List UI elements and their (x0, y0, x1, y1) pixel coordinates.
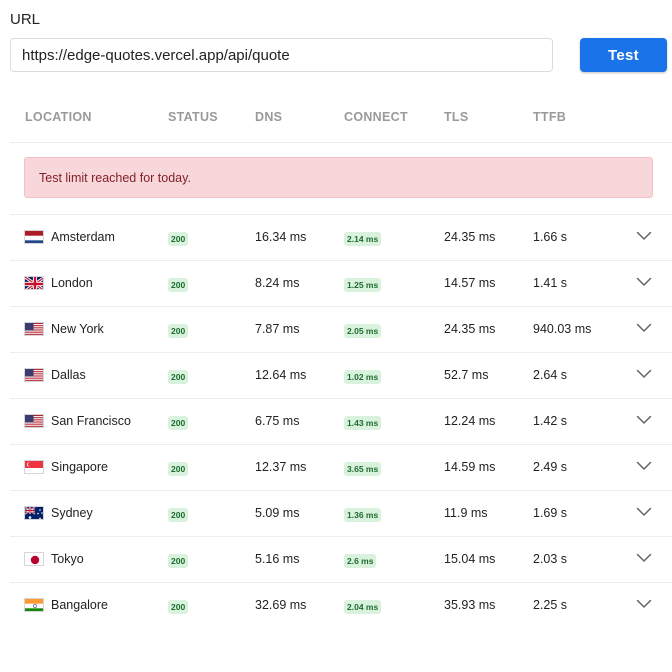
ttfb-cell: 2.03 s (533, 552, 568, 566)
status-badge: 200 (168, 232, 189, 246)
ttfb-cell: 2.49 s (533, 460, 568, 474)
us-flag-icon (24, 368, 44, 382)
status-badge: 200 (168, 416, 189, 430)
connect-badge: 2.14 ms (344, 232, 382, 246)
uk-flag-icon (24, 276, 44, 290)
chevron-down-icon[interactable] (636, 599, 652, 609)
column-header-location: LOCATION (25, 110, 92, 124)
chevron-down-icon[interactable] (636, 323, 652, 333)
chevron-down-icon[interactable] (636, 553, 652, 563)
table-row[interactable]: New York 200 7.87 ms 2.05 ms 24.35 ms 940.03 … (10, 307, 672, 353)
column-header-connect: CONNECT (344, 110, 408, 124)
table-header: LOCATION STATUS DNS CONNECT TLS TTFB (10, 97, 672, 143)
chevron-down-icon[interactable] (636, 231, 652, 241)
ttfb-cell: 1.42 s (533, 414, 568, 428)
location-cell: Sydney (51, 506, 93, 520)
table-row[interactable]: San Francisco 200 6.75 ms 1.43 ms 12.24 ms 1.… (10, 399, 672, 445)
results-table-body: Amsterdam 200 16.34 ms 2.14 ms 24.35 ms 1.66 … (10, 215, 672, 629)
tls-cell: 24.35 ms (444, 230, 496, 244)
location-cell: San Francisco (51, 414, 131, 428)
tls-cell: 11.9 ms (444, 506, 488, 520)
location-cell: Tokyo (51, 552, 84, 566)
ttfb-cell: 1.66 s (533, 230, 568, 244)
netherlands-flag-icon (24, 230, 44, 244)
location-cell: New York (51, 322, 104, 336)
column-header-status: STATUS (168, 110, 218, 124)
ttfb-cell: 1.41 s (533, 276, 568, 290)
connect-badge: 2.6 ms (344, 554, 377, 568)
us-flag-icon (24, 322, 44, 336)
test-button[interactable]: Test (580, 38, 667, 72)
status-badge: 200 (168, 370, 189, 384)
status-badge: 200 (168, 554, 189, 568)
connect-badge: 1.25 ms (344, 278, 382, 292)
chevron-down-icon[interactable] (636, 277, 652, 287)
table-row[interactable]: Dallas 200 12.64 ms 1.02 ms 52.7 ms 2.64 s (10, 353, 672, 399)
chevron-down-icon[interactable] (636, 507, 652, 517)
dns-cell: 32.69 ms (255, 598, 307, 612)
location-cell: London (51, 276, 93, 290)
chevron-down-icon[interactable] (636, 369, 652, 379)
status-badge: 200 (168, 324, 189, 338)
dns-cell: 6.75 ms (255, 414, 300, 428)
location-cell: Bangalore (51, 598, 108, 612)
connect-badge: 3.65 ms (344, 462, 382, 476)
dns-cell: 16.34 ms (255, 230, 307, 244)
column-header-dns: DNS (255, 110, 283, 124)
us-flag-icon (24, 414, 44, 428)
japan-flag-icon (24, 552, 44, 566)
ttfb-cell: 2.64 s (533, 368, 568, 382)
dns-cell: 8.24 ms (255, 276, 300, 290)
tls-cell: 35.93 ms (444, 598, 496, 612)
dns-cell: 12.64 ms (255, 368, 307, 382)
location-cell: Singapore (51, 460, 108, 474)
australia-flag-icon (24, 506, 44, 520)
dns-cell: 5.09 ms (255, 506, 300, 520)
column-header-ttfb: TTFB (533, 110, 567, 124)
connect-badge: 1.02 ms (344, 370, 382, 384)
table-row[interactable]: Tokyo 200 5.16 ms 2.6 ms 15.04 ms 2.03 s (10, 537, 672, 583)
dns-cell: 12.37 ms (255, 460, 307, 474)
test-limit-alert: Test limit reached for today. (24, 157, 653, 198)
tls-cell: 24.35 ms (444, 322, 496, 336)
table-row[interactable]: Sydney 200 5.09 ms 1.36 ms 11.9 ms 1.69 s (10, 491, 672, 537)
tls-cell: 14.57 ms (444, 276, 496, 290)
table-row[interactable]: Amsterdam 200 16.34 ms 2.14 ms 24.35 ms 1.66 … (10, 215, 672, 261)
connect-badge: 2.05 ms (344, 324, 382, 338)
table-row[interactable]: Bangalore 200 32.69 ms 2.04 ms 35.93 ms 2.25 … (10, 583, 672, 629)
chevron-down-icon[interactable] (636, 415, 652, 425)
url-input[interactable] (10, 38, 553, 72)
location-cell: Amsterdam (51, 230, 115, 244)
chevron-down-icon[interactable] (636, 461, 652, 471)
connect-badge: 2.04 ms (344, 600, 382, 614)
status-badge: 200 (168, 508, 189, 522)
ttfb-cell: 940.03 ms (533, 322, 592, 336)
india-flag-icon (24, 598, 44, 612)
status-badge: 200 (168, 278, 189, 292)
tls-cell: 52.7 ms (444, 368, 489, 382)
status-badge: 200 (168, 600, 189, 614)
connect-badge: 1.43 ms (344, 416, 382, 430)
dns-cell: 7.87 ms (255, 322, 300, 336)
url-label: URL (10, 11, 41, 28)
tls-cell: 14.59 ms (444, 460, 496, 474)
tls-cell: 15.04 ms (444, 552, 496, 566)
connect-badge: 1.36 ms (344, 508, 382, 522)
tls-cell: 12.24 ms (444, 414, 496, 428)
table-row[interactable]: London 200 8.24 ms 1.25 ms 14.57 ms 1.41 s (10, 261, 672, 307)
column-header-tls: TLS (444, 110, 469, 124)
singapore-flag-icon (24, 460, 44, 474)
table-row[interactable]: Singapore 200 12.37 ms 3.65 ms 14.59 ms 2.49 … (10, 445, 672, 491)
ttfb-cell: 2.25 s (533, 598, 568, 612)
ttfb-cell: 1.69 s (533, 506, 568, 520)
dns-cell: 5.16 ms (255, 552, 300, 566)
location-cell: Dallas (51, 368, 86, 382)
status-badge: 200 (168, 462, 189, 476)
